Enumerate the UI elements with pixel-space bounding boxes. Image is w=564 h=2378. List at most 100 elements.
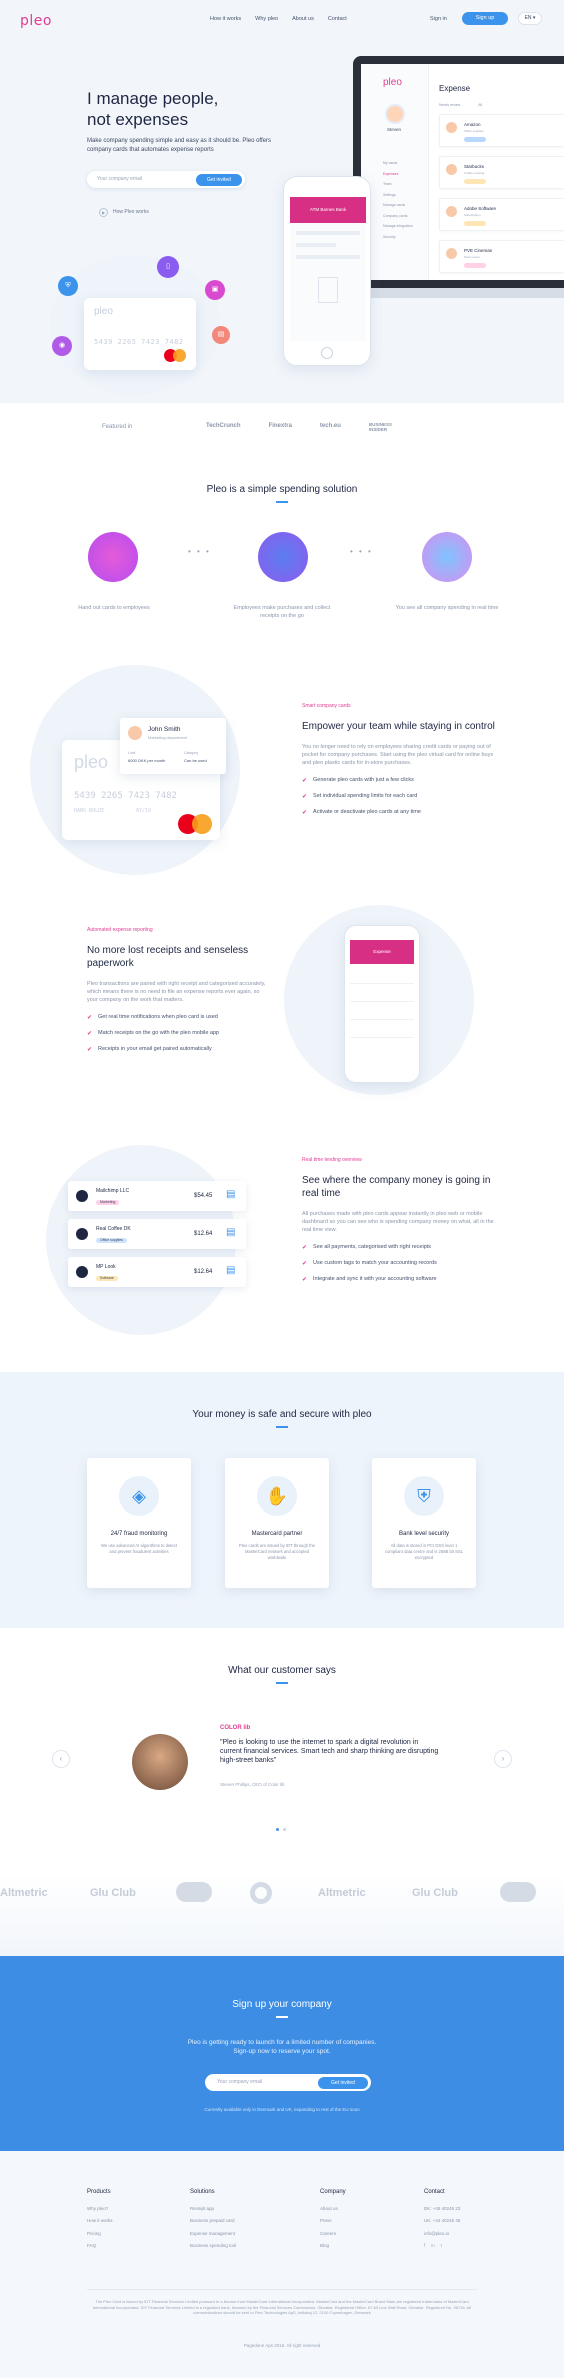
check-item: ✔ Integrate and sync it with your account… [302, 1276, 502, 1284]
row-name: MP Look [96, 1264, 116, 1270]
signup-email-input[interactable]: Your company email [217, 2079, 262, 2086]
sign-up-button[interactable]: Sign up [462, 12, 508, 25]
shield-icon: ⛨ [58, 276, 78, 296]
footer-link[interactable]: Careers [320, 2228, 346, 2241]
footer-col-title: Solutions [190, 2189, 215, 2195]
signup-get-invited-button[interactable]: Get invited [318, 2076, 368, 2089]
user-role: Marketing department [148, 735, 187, 740]
nav-about-us[interactable]: About us [292, 16, 314, 23]
security-card-desc: Pleo cards are issued by IDT through the… [238, 1543, 316, 1560]
footer-col-title: Products [87, 2189, 111, 2195]
carousel-dot[interactable] [276, 1828, 279, 1831]
receipt-icon[interactable]: ▤ [226, 1226, 235, 1240]
main-nav: How it works Why pleo About us Contact [210, 16, 347, 23]
expense-tag [464, 220, 486, 226]
footer-col-title: Company [320, 2189, 346, 2195]
prev-arrow-button[interactable]: ‹ [52, 1750, 70, 1768]
category-label: Category [184, 751, 199, 755]
sign-in-link[interactable]: Sign in [430, 16, 447, 23]
footer-link[interactable]: Receipt app [190, 2203, 236, 2216]
shield-icon: ⛨ [404, 1476, 444, 1516]
row-amount: $12.64 [194, 1269, 213, 1275]
ticket-icon: ▤ [212, 326, 230, 344]
footer-link[interactable]: Expense management [190, 2228, 236, 2241]
footer-link[interactable]: Blog [320, 2240, 346, 2253]
feature-checklist: ✔ See all payments, categorised with righ… [302, 1244, 502, 1284]
card-logo: pleo [74, 752, 109, 772]
card-logo: pleo [94, 306, 113, 317]
avatar [446, 205, 457, 217]
customer-logo: Altmetric [0, 1887, 48, 1899]
nav-why-pleo[interactable]: Why pleo [255, 16, 278, 23]
customer-logo: Altmetric [318, 1887, 366, 1899]
limit-value: 6000 DKK per month [128, 758, 166, 763]
footer-link[interactable]: How it works [87, 2215, 113, 2228]
security-card: ✋ Mastercard partner Pleo cards are issu… [225, 1458, 329, 1588]
footer-link[interactable]: FAQ [87, 2240, 113, 2253]
footer-link[interactable]: Why pleo? [87, 2203, 113, 2216]
receipt-icon[interactable]: ▤ [226, 1264, 235, 1278]
language-selector[interactable]: EN ▾ [518, 12, 542, 25]
check-item: ✔ Use custom tags to match your accountin… [302, 1260, 502, 1268]
phone-header: Expense [350, 940, 414, 964]
how-pleo-works-link[interactable]: ▶ How Pleo works [99, 208, 149, 217]
feature-title: See where the company money is going in … [302, 1174, 491, 1199]
table-row: Real Coffee DK Office supplies $12.64 ▤ [68, 1219, 246, 1249]
expense-card: Adobe Software Subscription [439, 197, 564, 231]
phone-row [350, 1022, 414, 1038]
footer-link[interactable]: About us [320, 2203, 346, 2216]
facebook-icon[interactable]: f [424, 2240, 425, 2253]
row-tag: Office supplies [96, 1238, 127, 1243]
footer-legal: The Pleo Card is issued by IDT Financial… [92, 2299, 472, 2315]
footer-link[interactable]: Press [320, 2215, 346, 2228]
footer-link[interactable]: Pricing [87, 2228, 113, 2241]
avatar [446, 247, 457, 259]
user-name: John Smith [148, 726, 181, 733]
signup-title: Sign up your company [232, 1999, 332, 2010]
feature-eyebrow: Smart company cards [302, 703, 351, 709]
chevron-down-icon: ▾ [532, 15, 536, 21]
footer-link[interactable]: Business prepaid card [190, 2215, 236, 2228]
feature-overview-section: Mailchimp LLC Marketing $54.45 ▤ Real Co… [0, 1125, 564, 1372]
step-label: Hand out cards to employees [78, 605, 150, 611]
footer-email-link[interactable]: info@pleo.io [424, 2228, 460, 2241]
feature1-text: Smart company cards Empower your team wh… [302, 703, 502, 825]
fraud-monitor-icon: ◈ [119, 1476, 159, 1516]
receipt-icon[interactable]: ▤ [226, 1188, 235, 1202]
check-text: Receipts in your email get paired automa… [98, 1046, 212, 1053]
user-limit-card: John Smith Marketing department Limit 60… [120, 718, 226, 774]
footer-divider [87, 2289, 477, 2290]
elephant-icon [500, 1882, 536, 1902]
check-icon: ✔ [87, 1030, 93, 1037]
merchant-icon [76, 1228, 88, 1240]
footer-link[interactable]: Business spending tool [190, 2240, 236, 2253]
next-arrow-button[interactable]: › [494, 1750, 512, 1768]
expense-sub: Office supplies [464, 128, 484, 133]
feature-eyebrow: Real time lending overview [302, 1157, 362, 1163]
twitter-icon[interactable]: t [441, 2240, 442, 2253]
dashboard-main: Expense Needs review All Amazon Office s… [439, 84, 564, 280]
carousel-dot[interactable] [283, 1828, 286, 1831]
hero-email-form: Your company email Get invited [87, 171, 245, 188]
nav-contact[interactable]: Contact [328, 16, 347, 23]
simple-solution-title: Pleo is a simple spending solution [206, 484, 358, 495]
signup-body: Pleo is getting ready to launch for a li… [0, 2038, 564, 2056]
hero-title-line-1: I manage people, [87, 89, 219, 108]
customer-logos-band: Altmetric Glu Club Altmetric Glu Club [0, 1874, 564, 1956]
signup-section: Sign up your company Pleo is getting rea… [0, 1956, 564, 2151]
how-pleo-works-label: How Pleo works [113, 209, 149, 216]
pleo-card: pleo 5439 2265 7423 7482 [84, 298, 196, 370]
dashboard-title: Expense [439, 84, 471, 93]
hero-email-input[interactable]: Your company email [97, 176, 142, 183]
pleo-logo[interactable]: pleo [20, 12, 52, 31]
phone-row [350, 1004, 414, 1020]
nav-how-it-works[interactable]: How it works [210, 16, 241, 23]
company-logo: COLOR lib [220, 1725, 251, 1731]
feature-title: No more lost receipts and senseless pape… [87, 944, 249, 969]
get-invited-button[interactable]: Get invited [196, 173, 242, 186]
footer-col-products: Products Why pleo? How it works Pricing … [87, 2186, 113, 2253]
linkedin-icon[interactable]: in [431, 2240, 435, 2253]
check-text: Use custom tags to match your accounting… [313, 1260, 437, 1267]
feature-eyebrow: Automated expense reporting [87, 927, 153, 933]
camera-icon: ◉ [52, 336, 72, 356]
